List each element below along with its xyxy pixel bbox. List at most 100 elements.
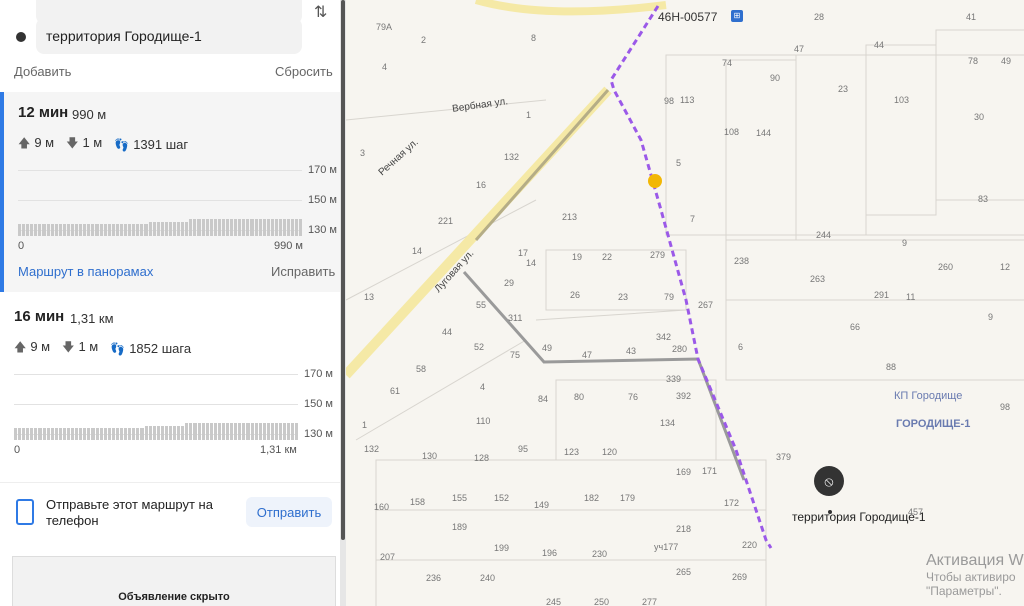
panel-scrollbar-thumb[interactable] xyxy=(341,0,345,540)
destination-field[interactable]: территория Городище-1 xyxy=(36,18,302,54)
house-number: 207 xyxy=(380,552,396,562)
house-number: 17 xyxy=(518,248,529,258)
elevation-bar xyxy=(295,423,299,440)
elevation-bar xyxy=(152,426,156,440)
house-number: 6 xyxy=(738,342,744,352)
house-number: 14 xyxy=(412,246,423,256)
elevation-tick: 170 м xyxy=(304,368,333,380)
elevation-bar xyxy=(132,428,136,440)
panorama-link[interactable]: Маршрут в панорамах xyxy=(18,264,153,279)
elevation-bar xyxy=(30,224,34,236)
destination-pin-icon[interactable]: ⦸ xyxy=(814,466,844,496)
house-number: 152 xyxy=(494,493,510,503)
profile-end: 990 м xyxy=(274,240,303,252)
elevation-bar xyxy=(34,428,38,440)
elevation-bar xyxy=(148,426,152,440)
elevation-bar xyxy=(18,428,22,440)
swap-icon[interactable]: ⇅ xyxy=(314,2,327,22)
elevation-bar xyxy=(270,219,274,236)
elevation-bar xyxy=(287,423,291,440)
elevation-bar xyxy=(128,428,132,440)
route-time: 12 мин xyxy=(18,104,69,121)
house-number: 149 xyxy=(534,500,550,510)
elevation-bar xyxy=(99,428,103,440)
elevation-tick: 170 м xyxy=(308,164,337,176)
route-option-2[interactable]: 16 мин 1,31 км 🡅 9 м 🡇 1 м 👣 1852 шага 170 … xyxy=(0,296,340,480)
elevation-bar xyxy=(201,423,205,440)
elevation-bar xyxy=(26,224,30,236)
house-number: 280 xyxy=(672,344,688,354)
elevation-bar xyxy=(209,219,213,236)
house-number: 12 xyxy=(1000,262,1011,272)
house-number: 128 xyxy=(474,453,490,463)
house-number: 342 xyxy=(656,332,672,342)
elevation-bar xyxy=(181,222,185,236)
elevation-bar xyxy=(164,222,168,236)
house-number: 189 xyxy=(452,522,468,532)
house-number: 155 xyxy=(452,493,468,503)
house-number: 291 xyxy=(874,290,890,300)
route-option-1[interactable]: 12 мин 990 м 🡅 9 м 🡇 1 м 👣 1391 шаг 170 м 1… xyxy=(0,92,340,292)
elevation-bar xyxy=(185,423,189,440)
house-number: 182 xyxy=(584,493,600,503)
route-distance: 1,31 км xyxy=(70,311,114,326)
house-number: 47 xyxy=(794,44,805,54)
elevation-bar xyxy=(119,224,124,236)
house-number: 19 xyxy=(572,252,583,262)
elevation-bar xyxy=(177,426,181,440)
elevation-bar xyxy=(168,426,173,440)
elevation-gridline xyxy=(14,374,298,375)
elevation-bar xyxy=(38,428,42,440)
house-number: 221 xyxy=(438,216,454,226)
elevation-bar xyxy=(242,423,246,440)
elevation-bar xyxy=(250,219,254,236)
house-number: 245 xyxy=(546,597,562,606)
elevation-bar xyxy=(71,224,75,236)
house-number: 76 xyxy=(628,392,639,402)
house-number: 74 xyxy=(722,58,733,68)
elevation-bar xyxy=(201,219,205,236)
elevation-bar xyxy=(189,423,193,440)
fix-route-link[interactable]: Исправить xyxy=(271,264,335,279)
house-number: 213 xyxy=(562,212,578,222)
house-number: 3 xyxy=(360,148,366,158)
route-panel: территория Городище-1 ⇅ Добавить Сбросит… xyxy=(0,0,340,606)
house-number: 11 xyxy=(906,292,916,302)
elevation-bar xyxy=(205,423,209,440)
elevation-bar xyxy=(103,224,107,236)
bus-stop-icon[interactable]: ⊞ xyxy=(731,10,743,22)
elevation-bar xyxy=(79,428,83,440)
elevation-bar xyxy=(225,219,230,236)
elevation-bar xyxy=(209,423,213,440)
elevation-bar xyxy=(279,219,283,236)
reset-link[interactable]: Сбросить xyxy=(275,64,333,79)
house-number: 199 xyxy=(494,543,510,553)
house-number: 379 xyxy=(776,452,792,462)
poi-marker-icon[interactable] xyxy=(648,174,662,188)
house-number: 84 xyxy=(538,394,549,404)
elevation-bar xyxy=(46,224,50,236)
destination-field-text: территория Городище-1 xyxy=(46,28,202,44)
elevation-bar xyxy=(148,222,152,236)
house-number: 236 xyxy=(426,573,442,583)
map-view[interactable]: Вербная ул. Речная ул. Луговая ул. 46Н-0… xyxy=(346,0,1024,606)
elevation-bar xyxy=(230,423,234,440)
elevation-bar xyxy=(115,224,119,236)
elevation-bar xyxy=(136,224,140,236)
elevation-bar xyxy=(266,423,270,440)
elevation-bar xyxy=(262,423,266,440)
house-number: 88 xyxy=(886,362,897,372)
elevation-bar xyxy=(152,222,156,236)
house-number: 80 xyxy=(574,392,585,402)
elevation-bar xyxy=(95,224,99,236)
house-number: 269 xyxy=(732,572,748,582)
elevation-bar xyxy=(58,224,62,236)
elevation-bar xyxy=(14,428,18,440)
elevation-bar xyxy=(38,224,42,236)
house-number: 66 xyxy=(850,322,861,332)
elevation-bar xyxy=(283,219,287,236)
elevation-bar xyxy=(234,219,238,236)
house-number: 79А xyxy=(376,22,393,32)
add-point-link[interactable]: Добавить xyxy=(14,64,71,79)
send-button[interactable]: Отправить xyxy=(246,497,332,527)
